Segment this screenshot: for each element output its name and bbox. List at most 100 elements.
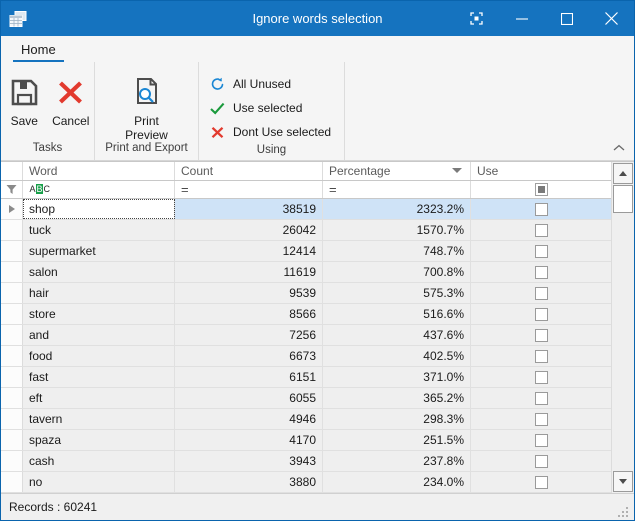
scrollbar-track[interactable] xyxy=(612,185,634,470)
cell-count[interactable]: 3880 xyxy=(175,472,323,492)
row-indicator-cell[interactable] xyxy=(1,409,23,429)
table-row[interactable]: eft 6055 365.2% xyxy=(1,388,611,409)
cancel-button[interactable]: Cancel xyxy=(48,68,95,128)
cell-use[interactable] xyxy=(471,430,611,450)
cell-word[interactable]: spaza xyxy=(23,430,175,450)
cell-count[interactable]: 4170 xyxy=(175,430,323,450)
cell-count[interactable]: 6055 xyxy=(175,388,323,408)
cell-use[interactable] xyxy=(471,199,611,219)
column-header-word[interactable]: Word xyxy=(23,162,175,180)
cell-word[interactable]: fast xyxy=(23,367,175,387)
fit-screen-icon[interactable] xyxy=(454,1,499,36)
use-checkbox[interactable] xyxy=(534,391,548,405)
use-checkbox[interactable] xyxy=(534,328,548,342)
cell-word[interactable]: store xyxy=(23,304,175,324)
row-indicator-cell[interactable] xyxy=(1,220,23,240)
cell-percentage[interactable]: 516.6% xyxy=(323,304,471,324)
row-indicator-cell[interactable] xyxy=(1,241,23,261)
filter-input-percentage[interactable]: = xyxy=(323,180,471,198)
cell-word[interactable]: shop xyxy=(23,199,175,219)
row-indicator-cell[interactable] xyxy=(1,388,23,408)
use-checkbox[interactable] xyxy=(534,370,548,384)
cell-count[interactable]: 7256 xyxy=(175,325,323,345)
cell-use[interactable] xyxy=(471,451,611,471)
cell-word[interactable]: tuck xyxy=(23,220,175,240)
row-indicator-cell[interactable] xyxy=(1,472,23,492)
cell-word[interactable]: cash xyxy=(23,451,175,471)
cell-count[interactable]: 8566 xyxy=(175,304,323,324)
row-indicator-cell[interactable] xyxy=(1,283,23,303)
use-checkbox[interactable] xyxy=(534,475,548,489)
cell-use[interactable] xyxy=(471,283,611,303)
cell-use[interactable] xyxy=(471,241,611,261)
cell-use[interactable] xyxy=(471,325,611,345)
cell-count[interactable]: 11619 xyxy=(175,262,323,282)
scroll-up-button[interactable] xyxy=(613,163,633,184)
row-indicator-cell[interactable] xyxy=(1,367,23,387)
cell-percentage[interactable]: 365.2% xyxy=(323,388,471,408)
cell-count[interactable]: 9539 xyxy=(175,283,323,303)
indeterminate-checkbox[interactable] xyxy=(534,182,548,196)
close-icon[interactable] xyxy=(589,1,634,36)
use-checkbox[interactable] xyxy=(534,412,548,426)
scroll-down-button[interactable] xyxy=(613,471,633,492)
column-header-use[interactable]: Use xyxy=(471,162,611,180)
cell-count[interactable]: 6151 xyxy=(175,367,323,387)
cell-word[interactable]: and xyxy=(23,325,175,345)
table-row[interactable]: supermarket 12414 748.7% xyxy=(1,241,611,262)
cell-use[interactable] xyxy=(471,346,611,366)
row-indicator-cell[interactable] xyxy=(1,451,23,471)
cell-percentage[interactable]: 437.6% xyxy=(323,325,471,345)
dont-use-selected-button[interactable]: Dont Use selected xyxy=(205,120,339,144)
cell-use[interactable] xyxy=(471,367,611,387)
row-indicator-cell[interactable] xyxy=(1,346,23,366)
table-row[interactable]: no 3880 234.0% xyxy=(1,472,611,493)
tab-home[interactable]: Home xyxy=(13,40,64,62)
use-checkbox[interactable] xyxy=(534,454,548,468)
use-checkbox[interactable] xyxy=(534,223,548,237)
cell-count[interactable]: 12414 xyxy=(175,241,323,261)
table-row[interactable]: cash 3943 237.8% xyxy=(1,451,611,472)
cell-percentage[interactable]: 402.5% xyxy=(323,346,471,366)
column-header-count[interactable]: Count xyxy=(175,162,323,180)
cell-use[interactable] xyxy=(471,472,611,492)
table-row[interactable]: shop 38519 2323.2% xyxy=(1,199,611,220)
row-indicator-cell[interactable] xyxy=(1,199,23,219)
cell-percentage[interactable]: 748.7% xyxy=(323,241,471,261)
cell-word[interactable]: tavern xyxy=(23,409,175,429)
use-checkbox[interactable] xyxy=(534,286,548,300)
cell-word[interactable]: salon xyxy=(23,262,175,282)
cell-use[interactable] xyxy=(471,304,611,324)
table-row[interactable]: salon 11619 700.8% xyxy=(1,262,611,283)
print-preview-button[interactable]: Print Preview xyxy=(111,68,183,142)
use-checkbox[interactable] xyxy=(534,265,548,279)
cell-word[interactable]: hair xyxy=(23,283,175,303)
use-checkbox[interactable] xyxy=(534,244,548,258)
cell-word[interactable]: supermarket xyxy=(23,241,175,261)
cell-count[interactable]: 38519 xyxy=(175,199,323,219)
use-checkbox[interactable] xyxy=(534,307,548,321)
row-indicator-cell[interactable] xyxy=(1,262,23,282)
table-row[interactable]: store 8566 516.6% xyxy=(1,304,611,325)
table-row[interactable]: tavern 4946 298.3% xyxy=(1,409,611,430)
cell-use[interactable] xyxy=(471,388,611,408)
use-selected-button[interactable]: Use selected xyxy=(205,96,339,120)
cell-word[interactable]: food xyxy=(23,346,175,366)
table-row[interactable]: tuck 26042 1570.7% xyxy=(1,220,611,241)
cell-word[interactable]: no xyxy=(23,472,175,492)
table-row[interactable]: spaza 4170 251.5% xyxy=(1,430,611,451)
table-row[interactable]: and 7256 437.6% xyxy=(1,325,611,346)
table-row[interactable]: hair 9539 575.3% xyxy=(1,283,611,304)
cell-percentage[interactable]: 2323.2% xyxy=(323,199,471,219)
cell-count[interactable]: 26042 xyxy=(175,220,323,240)
maximize-icon[interactable] xyxy=(544,1,589,36)
cell-percentage[interactable]: 298.3% xyxy=(323,409,471,429)
funnel-icon[interactable] xyxy=(1,180,23,198)
all-unused-button[interactable]: All Unused xyxy=(205,72,339,96)
table-row[interactable]: food 6673 402.5% xyxy=(1,346,611,367)
use-checkbox[interactable] xyxy=(534,202,548,216)
cell-percentage[interactable]: 237.8% xyxy=(323,451,471,471)
cell-percentage[interactable]: 700.8% xyxy=(323,262,471,282)
cell-percentage[interactable]: 251.5% xyxy=(323,430,471,450)
cell-count[interactable]: 4946 xyxy=(175,409,323,429)
